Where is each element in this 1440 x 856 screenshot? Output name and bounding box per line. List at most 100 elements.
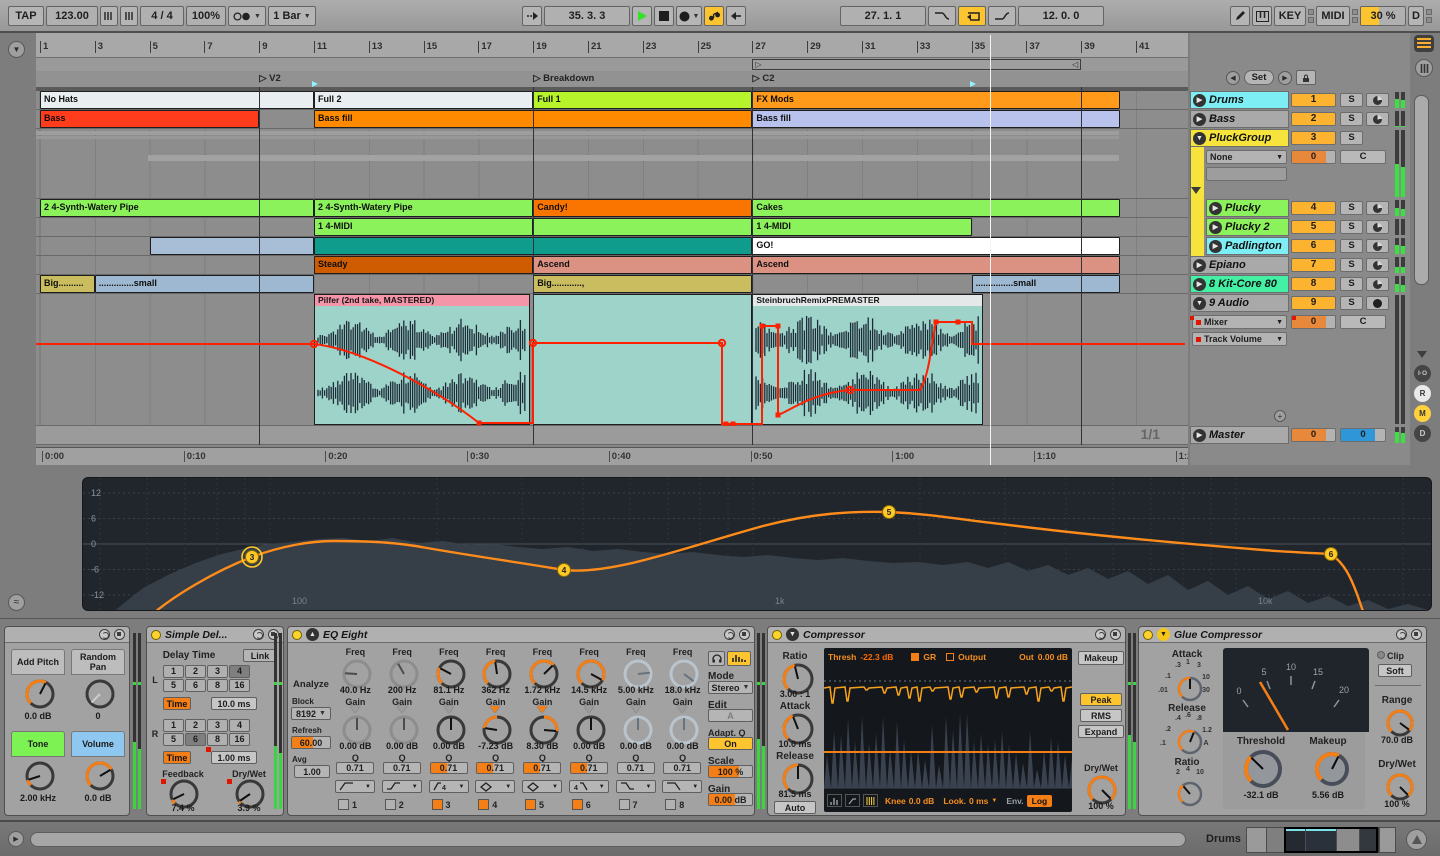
output-toggle[interactable]: Output [958, 652, 986, 662]
back-to-arrangement-button[interactable] [726, 6, 746, 26]
hot-swap-icon[interactable] [1095, 629, 1106, 640]
solo-button[interactable]: S [1340, 112, 1363, 126]
stop-button[interactable] [654, 6, 674, 26]
detail-view-toggle[interactable] [1406, 829, 1427, 850]
filter-type-select[interactable]: ▼ [335, 780, 375, 793]
track-name[interactable]: ▼ 9 Audio [1190, 294, 1289, 312]
gain-value[interactable]: 0.00 dB [566, 741, 613, 751]
thresh-value[interactable]: -22.3 dB [860, 652, 893, 662]
track-name[interactable]: ▶ Bass [1190, 110, 1289, 128]
solo-button[interactable]: S [1340, 296, 1363, 310]
arm-button[interactable] [1366, 93, 1389, 107]
quantization-menu[interactable]: 1 Bar ▼ [268, 6, 316, 26]
filter-type-select[interactable]: ▼ [522, 780, 562, 793]
peak-mode-button[interactable]: Peak [1080, 693, 1122, 706]
audio-clip[interactable] [533, 294, 753, 425]
track-name[interactable]: ▶ Epiano [1190, 256, 1289, 274]
clip[interactable]: 2 4-Synth-Watery Pipe [314, 199, 534, 217]
right-time-mode-button[interactable]: Time [163, 751, 191, 764]
arm-button[interactable] [1366, 220, 1389, 234]
q-value-field[interactable]: 0.71 [382, 762, 421, 774]
save-preset-icon[interactable] [1411, 629, 1422, 640]
beat-division-button[interactable]: 6 [185, 679, 206, 692]
arrangement-position-field[interactable]: 35. 3. 3 [544, 6, 630, 26]
makeup-button[interactable]: Makeup [1078, 651, 1124, 665]
beat-division-button[interactable]: 3 [207, 719, 228, 732]
filter-type-select[interactable]: ▼ [615, 780, 656, 793]
solo-button[interactable]: S [1340, 220, 1363, 234]
key-map-button[interactable]: KEY [1274, 6, 1306, 26]
beat-division-button[interactable]: 8 [207, 679, 228, 692]
track-activator[interactable]: 5 [1291, 220, 1336, 234]
clip[interactable]: GO! [752, 237, 1120, 255]
clip[interactable]: Big............, [533, 275, 753, 293]
beat-division-button[interactable]: 1 [163, 665, 184, 678]
solo-button[interactable]: S [1340, 277, 1363, 291]
mode-select[interactable]: Stereo ▼ [708, 681, 753, 694]
beat-division-button[interactable]: 3 [207, 665, 228, 678]
hot-swap-icon[interactable] [99, 629, 110, 640]
clip[interactable]: ..............small [94, 275, 314, 293]
beat-division-button[interactable]: 16 [229, 679, 250, 692]
arrangement-loop-brace[interactable]: ▷ ◁ [752, 59, 1082, 70]
loop-brace-row[interactable]: ▷ ◁ [36, 57, 1188, 71]
edit-ab-button[interactable]: A [708, 709, 753, 722]
pan-field[interactable]: C [1340, 150, 1386, 164]
clip[interactable]: 2 4-Synth-Watery Pipe [40, 199, 314, 217]
automation-control-chooser[interactable] [1206, 167, 1287, 181]
expand-mode-button[interactable]: Expand [1078, 725, 1124, 738]
clip[interactable]: Steady [314, 256, 534, 274]
session-view-selector[interactable] [1415, 59, 1433, 77]
tempo-field[interactable]: 123.00 [46, 6, 98, 26]
track-fold-button[interactable]: ▶ [1209, 220, 1222, 234]
disk-overload-indicator[interactable]: D [1408, 6, 1424, 26]
cpu-meter[interactable]: 30 % [1360, 6, 1406, 26]
device-fold-button[interactable]: ▼ [1157, 628, 1170, 641]
midi-arrangement-overdub-button[interactable] [704, 6, 724, 26]
record-button[interactable]: ▼ [676, 6, 702, 26]
q-value-field[interactable]: 0.71 [523, 762, 561, 774]
track-fold-button[interactable]: ▶ [1193, 277, 1206, 291]
attack-knob[interactable] [1175, 674, 1205, 704]
solo-button[interactable]: S [1340, 258, 1363, 272]
clip[interactable]: FX Mods [752, 91, 1120, 109]
volume-field[interactable]: 0 [1291, 315, 1336, 329]
save-preset-icon[interactable] [114, 629, 125, 640]
q-value-field[interactable]: 0.71 [616, 762, 655, 774]
adapt-q-button[interactable]: On [708, 737, 753, 750]
soft-clip-button[interactable]: Soft [1378, 664, 1412, 677]
hot-swap-icon[interactable] [253, 629, 264, 640]
volume-field[interactable]: 0 [1340, 428, 1386, 442]
freq-value[interactable]: 5.00 kHz [613, 685, 660, 695]
auto-release-button[interactable]: Auto [774, 801, 816, 814]
time-ruler[interactable]: 0:00 0:10 0:20 0:30 0:40 0:50 1:00 1:10 1:20 [36, 447, 1188, 465]
link-button[interactable]: Link [243, 649, 277, 662]
env-log-button[interactable]: Log [1026, 794, 1053, 807]
time-signature-field[interactable]: 4 / 4 [140, 6, 184, 26]
track-activator[interactable]: 8 [1291, 277, 1336, 291]
track-name[interactable]: ▶ Master [1190, 426, 1289, 444]
track-name[interactable]: ▼ PluckGroup [1190, 129, 1289, 147]
filter-type-select[interactable]: 4 ▼ [428, 780, 469, 793]
device-title[interactable]: Glue Compressor [1174, 629, 1392, 641]
beat-time-ruler[interactable]: 1 3 5 7 9 11 13 15 17 19 21 23 25 27 29 31 33 35 37 39 41 [36, 33, 1188, 57]
punch-out-button[interactable] [988, 6, 1016, 26]
automation-control-chooser[interactable]: Track Volume ▼ [1192, 332, 1287, 346]
track-activator[interactable]: 7 [1291, 258, 1336, 272]
midi-map-button[interactable]: MIDI [1316, 6, 1350, 26]
gain-value[interactable]: 0.00 dB [613, 741, 660, 751]
volume-field[interactable]: 0 [1291, 150, 1336, 164]
beat-division-button[interactable]: 8 [207, 733, 228, 746]
set-locator-button[interactable]: Set [1244, 70, 1274, 85]
add-automation-lane-button[interactable]: + [1274, 410, 1286, 422]
q-value-field[interactable]: 0.71 [429, 762, 468, 774]
volume-field[interactable]: 0 [1291, 428, 1336, 442]
hot-swap-icon[interactable] [724, 629, 735, 640]
band-activator-checkbox[interactable] [618, 799, 630, 810]
nudge-up-button[interactable] [120, 6, 138, 26]
clip[interactable] [533, 218, 753, 236]
track-activator[interactable]: 4 [1291, 201, 1336, 215]
mixer-section-toggle[interactable]: M [1414, 405, 1431, 422]
loop-button[interactable] [958, 6, 986, 26]
clip[interactable]: Bass fill [752, 110, 1120, 128]
